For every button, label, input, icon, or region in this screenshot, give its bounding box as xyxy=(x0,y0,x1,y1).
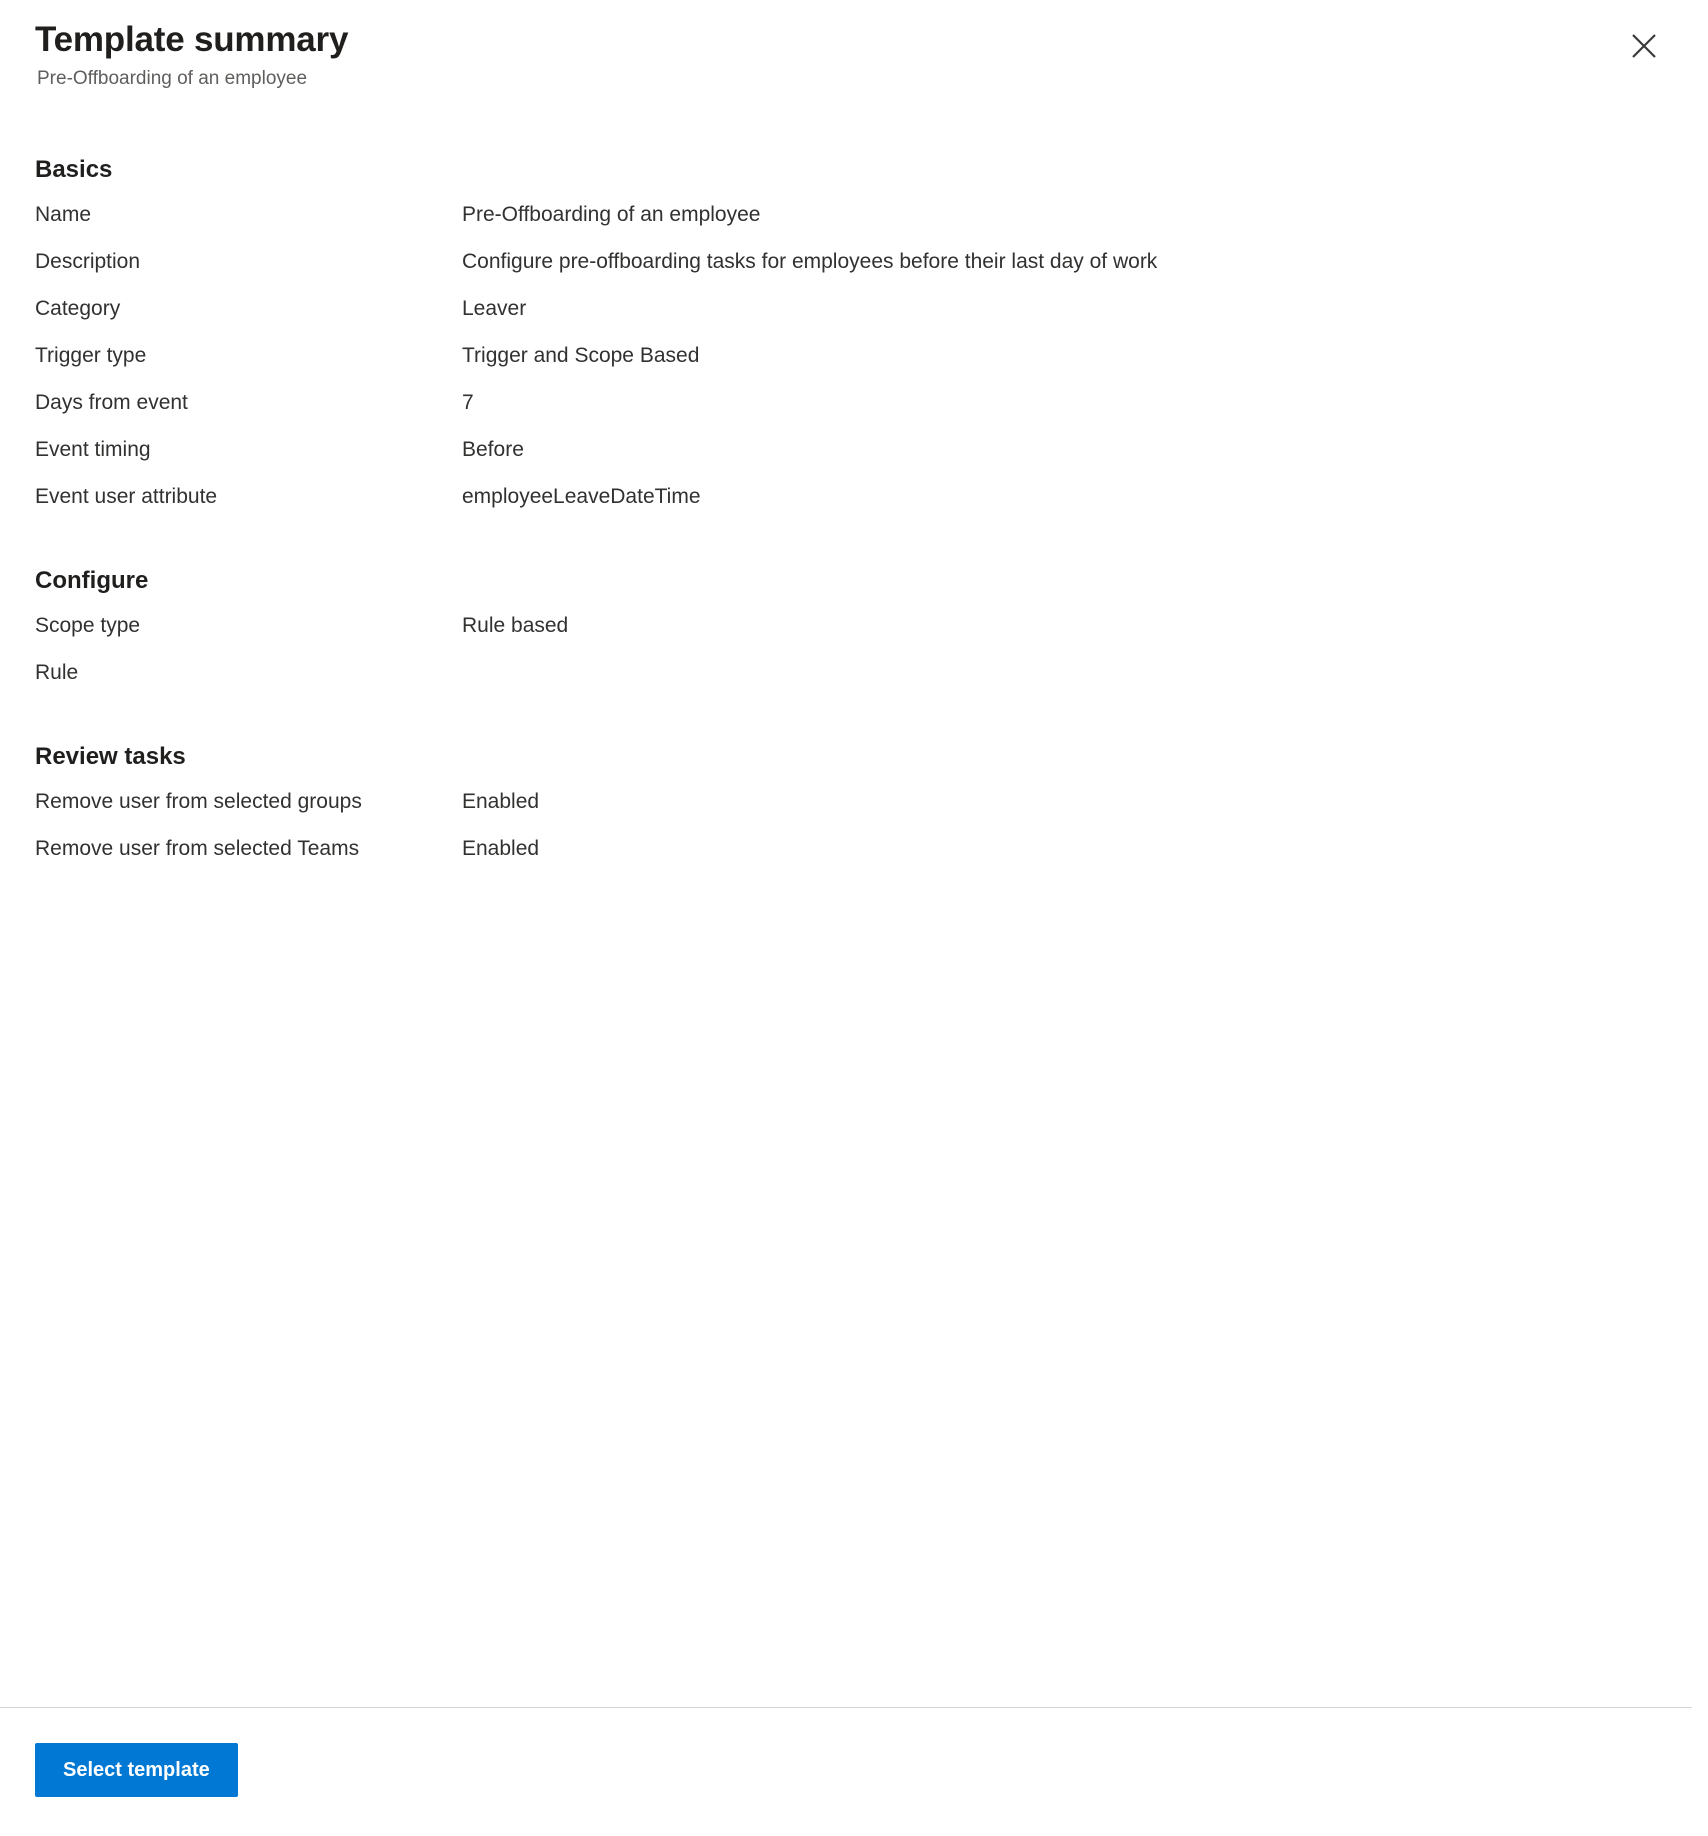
row-value: Leaver xyxy=(462,297,527,320)
summary-row-remove-user-groups: Remove user from selected groups Enabled xyxy=(35,787,1692,834)
row-value: Configure pre-offboarding tasks for empl… xyxy=(462,250,1158,273)
summary-row-rule: Rule xyxy=(35,658,1692,705)
row-value: Rule based xyxy=(462,614,569,637)
row-label: Scope type xyxy=(35,614,141,637)
summary-row-event-user-attribute: Event user attribute employeeLeaveDateTi… xyxy=(35,482,1692,529)
row-label: Category xyxy=(35,297,121,320)
row-value: Enabled xyxy=(462,837,540,860)
section-configure: Configure Scope type Rule based Rule xyxy=(35,565,1692,705)
row-label: Trigger type xyxy=(35,344,147,367)
template-summary-panel: Template summary Pre-Offboarding of an e… xyxy=(0,0,1708,1797)
panel-body: Basics Name Pre-Offboarding of an employ… xyxy=(0,92,1708,881)
section-review-tasks: Review tasks Remove user from selected g… xyxy=(35,741,1692,881)
footer-actions: Select template xyxy=(0,1708,1708,1797)
row-label: Rule xyxy=(35,661,79,684)
row-value: Before xyxy=(462,438,524,461)
summary-row-event-timing: Event timing Before xyxy=(35,435,1692,482)
section-basics: Basics Name Pre-Offboarding of an employ… xyxy=(35,154,1692,529)
row-value: Trigger and Scope Based xyxy=(462,344,700,367)
row-value: Enabled xyxy=(462,790,540,813)
row-value: Pre-Offboarding of an employee xyxy=(462,203,761,226)
row-label: Days from event xyxy=(35,391,188,414)
section-heading-review-tasks: Review tasks xyxy=(35,743,186,770)
section-heading-configure: Configure xyxy=(35,567,149,594)
summary-row-description: Description Configure pre-offboarding ta… xyxy=(35,247,1692,294)
summary-row-category: Category Leaver xyxy=(35,294,1692,341)
page-subtitle: Pre-Offboarding of an employee xyxy=(37,68,308,89)
close-button[interactable] xyxy=(1622,24,1666,68)
summary-row-scope-type: Scope type Rule based xyxy=(35,611,1692,658)
row-label: Event timing xyxy=(35,438,151,461)
row-label: Description xyxy=(35,250,141,273)
row-value: 7 xyxy=(462,391,474,414)
row-label: Event user attribute xyxy=(35,485,218,508)
close-icon xyxy=(1629,31,1659,61)
row-label: Remove user from selected Teams xyxy=(35,837,360,860)
panel-footer: Select template xyxy=(0,1707,1708,1836)
summary-row-days-from-event: Days from event 7 xyxy=(35,388,1692,435)
panel-header: Template summary Pre-Offboarding of an e… xyxy=(0,0,1708,92)
summary-row-trigger-type: Trigger type Trigger and Scope Based xyxy=(35,341,1692,388)
page-title: Template summary xyxy=(35,20,349,59)
select-template-button[interactable]: Select template xyxy=(35,1743,238,1797)
row-value: employeeLeaveDateTime xyxy=(462,485,701,508)
section-heading-basics: Basics xyxy=(35,156,113,183)
row-label: Name xyxy=(35,203,92,226)
row-label: Remove user from selected groups xyxy=(35,790,362,813)
summary-row-name: Name Pre-Offboarding of an employee xyxy=(35,200,1692,247)
summary-row-remove-user-teams: Remove user from selected Teams Enabled xyxy=(35,834,1692,881)
